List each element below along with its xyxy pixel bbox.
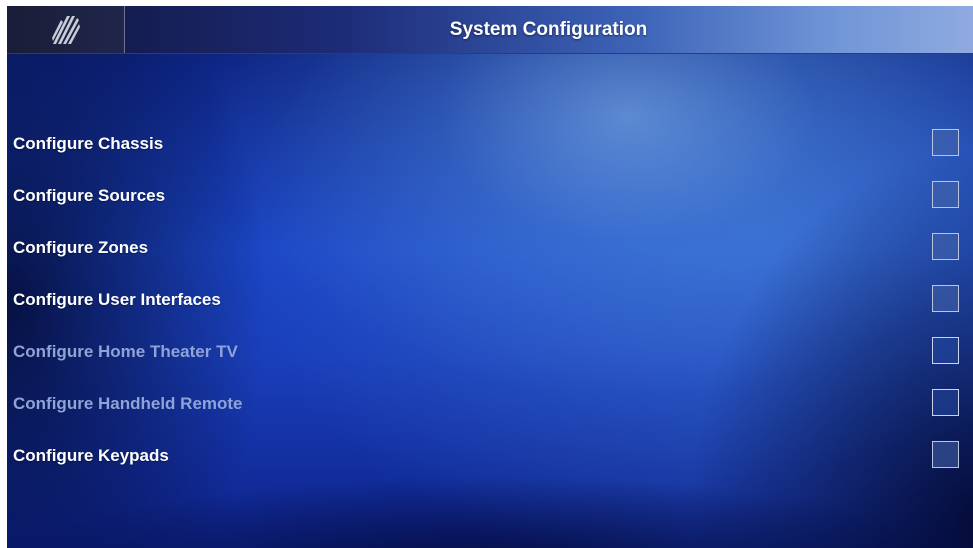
menu-item-configure-user-interfaces[interactable]: Configure User Interfaces [7, 280, 973, 320]
menu-item-configure-home-theater-tv[interactable]: Configure Home Theater TV [7, 332, 973, 372]
menu-item-checkbox[interactable] [932, 285, 959, 312]
menu-item-label: Configure Handheld Remote [13, 394, 243, 413]
menu-item-label: Configure Chassis [13, 134, 164, 153]
app-screen: System Configuration Configure Chassis C… [7, 6, 973, 548]
menu-item-configure-keypads[interactable]: Configure Keypads [7, 436, 973, 476]
menu-item-configure-sources[interactable]: Configure Sources [7, 176, 973, 216]
menu-item-configure-chassis[interactable]: Configure Chassis [7, 124, 973, 164]
menu-item-label: Configure User Interfaces [13, 290, 221, 309]
menu-item-checkbox[interactable] [932, 441, 959, 468]
menu-item-checkbox[interactable] [932, 129, 959, 156]
menu-item-label: Configure Keypads [13, 446, 169, 465]
menu-item-configure-handheld-remote[interactable]: Configure Handheld Remote [7, 384, 973, 424]
menu-item-checkbox[interactable] [932, 233, 959, 260]
menu-item-label: Configure Zones [13, 238, 149, 257]
menu-item-checkbox[interactable] [932, 389, 959, 416]
configuration-menu: Configure Chassis Configure Sources Conf… [7, 6, 973, 548]
menu-item-checkbox[interactable] [932, 337, 959, 364]
menu-item-checkbox[interactable] [932, 181, 959, 208]
menu-item-configure-zones[interactable]: Configure Zones [7, 228, 973, 268]
menu-item-label: Configure Home Theater TV [13, 342, 238, 361]
menu-item-label: Configure Sources [13, 186, 166, 205]
